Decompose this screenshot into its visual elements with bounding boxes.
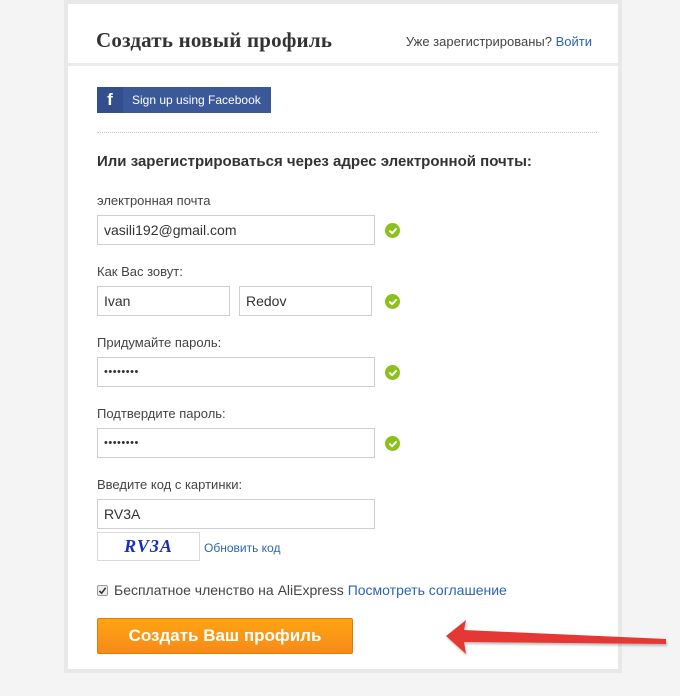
email-label: электронная почта [97, 193, 211, 208]
last-name-input[interactable]: Redov [239, 286, 372, 316]
refresh-captcha-link[interactable]: Обновить код [204, 541, 280, 555]
first-name-input[interactable]: Ivan [97, 286, 230, 316]
captcha-input[interactable]: RV3A [97, 499, 375, 529]
annotation-arrow-icon [446, 620, 666, 654]
create-profile-button[interactable]: Создать Ваш профиль [97, 618, 353, 654]
signup-card: Создать новый профиль Уже зарегистрирова… [64, 0, 666, 673]
password-valid-check-icon [385, 365, 400, 380]
email-input[interactable]: vasili192@gmail.com [97, 215, 375, 245]
signin-prompt-text: Уже зарегистрированы? [405, 34, 552, 49]
password-label: Придумайте пароль: [97, 335, 222, 350]
agreement-row: Бесплатное членство на AliExpress Посмот… [97, 582, 507, 598]
facebook-icon: f [97, 87, 123, 113]
membership-text: Бесплатное членство на AliExpress [114, 582, 344, 598]
password-input[interactable]: •••••••• [97, 357, 375, 387]
facebook-signup-label: Sign up using Facebook [132, 93, 261, 107]
name-valid-check-icon [385, 294, 400, 309]
email-valid-check-icon [385, 223, 400, 238]
signin-prompt: Уже зарегистрированы? Войти [406, 34, 592, 49]
divider [97, 132, 597, 133]
membership-checkbox[interactable] [97, 584, 108, 596]
confirm-password-input[interactable]: •••••••• [97, 428, 375, 458]
confirm-password-label: Подтвердите пароль: [97, 406, 226, 421]
captcha-image: RV3A [97, 532, 200, 561]
captcha-label: Введите код с картинки: [97, 477, 243, 492]
facebook-signup-button[interactable]: f Sign up using Facebook [97, 87, 271, 113]
view-agreement-link[interactable]: Посмотреть соглашение [348, 582, 507, 598]
confirm-password-valid-check-icon [385, 436, 400, 451]
signup-panel: Создать новый профиль Уже зарегистрирова… [68, 4, 666, 669]
header: Создать новый профиль Уже зарегистрирова… [68, 4, 618, 66]
page-title: Создать новый профиль [96, 28, 333, 52]
email-signup-heading: Или зарегистрироваться через адрес элект… [97, 153, 532, 170]
signin-link[interactable]: Войти [556, 34, 592, 49]
name-label: Как Вас зовут: [97, 264, 183, 279]
